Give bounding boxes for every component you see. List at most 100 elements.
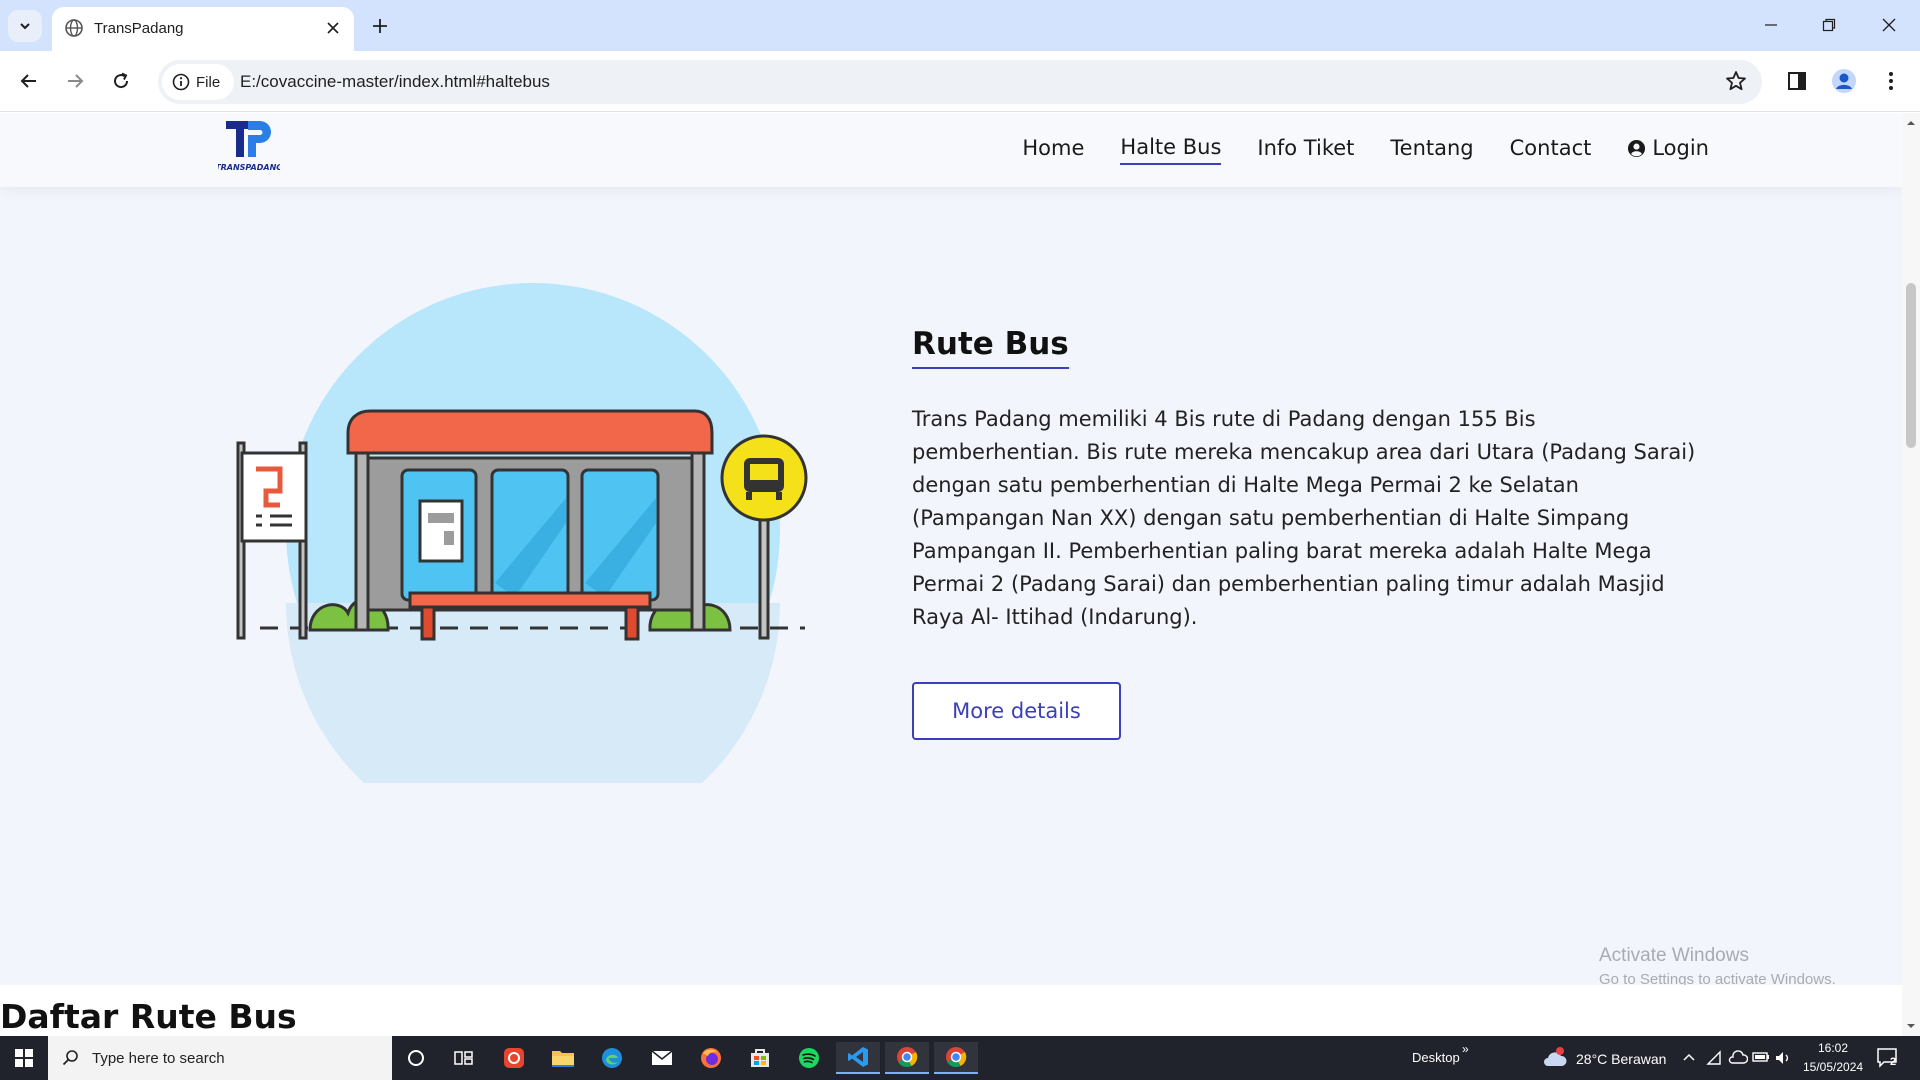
tab-search-button[interactable] xyxy=(8,10,42,42)
forward-button[interactable] xyxy=(58,64,92,98)
folder-icon xyxy=(552,1051,574,1067)
volume-icon[interactable] xyxy=(1774,1050,1792,1066)
cortana-button[interactable] xyxy=(394,1042,438,1074)
user-circle-icon xyxy=(1628,139,1646,157)
side-panel-icon xyxy=(1788,72,1806,90)
scroll-down-icon[interactable] xyxy=(1906,1021,1916,1031)
windows-taskbar: Type here to search Desktop » 28°C Beraw… xyxy=(0,1036,1920,1080)
mail-icon xyxy=(651,1050,673,1065)
arrow-left-icon xyxy=(20,74,36,88)
close-tab-button[interactable] xyxy=(322,17,344,39)
vscode-icon xyxy=(848,1047,868,1067)
bus-stop-illustration xyxy=(236,283,808,783)
nav-login-label: Login xyxy=(1652,136,1709,160)
taskbar-app-edge[interactable] xyxy=(590,1042,634,1074)
activate-windows-watermark: Activate Windows Go to Settings to activ… xyxy=(1599,945,1836,988)
spotify-icon xyxy=(799,1048,819,1068)
cloud-weather-icon xyxy=(1544,1047,1567,1066)
more-details-button[interactable]: More details xyxy=(912,682,1121,740)
transpadang-logo: TRANSPADANG xyxy=(215,121,283,172)
scroll-up-icon[interactable] xyxy=(1906,118,1916,128)
chevron-up-icon[interactable] xyxy=(1682,1052,1696,1062)
nav-contact[interactable]: Contact xyxy=(1510,135,1592,165)
cortana-icon xyxy=(408,1050,424,1066)
restore-icon xyxy=(1822,18,1836,32)
chrome-icon xyxy=(897,1047,918,1067)
taskbar-search[interactable]: Type here to search xyxy=(48,1036,392,1080)
globe-icon xyxy=(65,19,83,37)
menu-button[interactable] xyxy=(1874,64,1908,98)
search-icon xyxy=(62,1050,78,1066)
avatar-icon xyxy=(1832,69,1856,93)
chevron-down-icon xyxy=(20,23,30,30)
close-icon xyxy=(327,22,339,34)
taskbar-app-explorer[interactable] xyxy=(541,1042,585,1074)
main-nav: Home Halte Bus Info Tiket Tentang Contac… xyxy=(1022,135,1709,165)
notification-icon[interactable] xyxy=(1876,1047,1900,1069)
page-scrollbar[interactable] xyxy=(1902,113,1920,1036)
site-info-chip[interactable]: File xyxy=(162,64,235,100)
taskbar-app-chrome-profile[interactable] xyxy=(885,1042,929,1074)
taskbar-search-placeholder: Type here to search xyxy=(92,1049,225,1067)
reload-button[interactable] xyxy=(104,64,138,98)
nav-info-tiket[interactable]: Info Tiket xyxy=(1257,135,1354,165)
info-icon xyxy=(172,73,190,91)
store-icon xyxy=(751,1049,769,1067)
nav-home[interactable]: Home xyxy=(1022,135,1084,165)
restore-button[interactable] xyxy=(1806,10,1852,40)
section-title: Rute Bus xyxy=(912,326,1069,369)
chevron-right-icon[interactable]: » xyxy=(1462,1042,1469,1056)
taskbar-app-store[interactable] xyxy=(738,1042,782,1074)
clock-time[interactable]: 16:02 xyxy=(1818,1041,1848,1055)
browser-toolbar: File E:/covaccine-master/index.html#halt… xyxy=(0,51,1920,112)
windows-logo-icon xyxy=(15,1049,33,1067)
plus-icon xyxy=(373,19,387,33)
nav-login[interactable]: Login xyxy=(1627,135,1709,165)
taskbar-app-snipping[interactable] xyxy=(492,1042,536,1074)
desktop-toolbar-label[interactable]: Desktop xyxy=(1412,1050,1460,1065)
start-button[interactable] xyxy=(0,1036,48,1080)
profile-button[interactable] xyxy=(1827,64,1861,98)
browser-tab[interactable]: TransPadang xyxy=(52,7,354,51)
taskbar-app-vscode[interactable] xyxy=(836,1042,880,1074)
kebab-menu-icon xyxy=(1889,72,1893,90)
section-description: Trans Padang memiliki 4 Bis rute di Pada… xyxy=(912,407,1696,629)
page-viewport: TRANSPADANG Home Halte Bus Info Tiket Te… xyxy=(0,113,1902,1036)
site-header: TRANSPADANG Home Halte Bus Info Tiket Te… xyxy=(0,113,1902,187)
route-section: Rute Bus Trans Padang memiliki 4 Bis rut… xyxy=(912,326,1712,740)
taskbar-app-chrome[interactable] xyxy=(934,1042,978,1074)
task-view-icon xyxy=(454,1051,473,1065)
minimize-icon xyxy=(1765,24,1777,26)
battery-icon[interactable] xyxy=(1752,1051,1770,1063)
reload-icon xyxy=(114,72,129,89)
side-panel-button[interactable] xyxy=(1780,64,1814,98)
address-bar[interactable]: File E:/covaccine-master/index.html#halt… xyxy=(158,60,1762,104)
app-red-icon xyxy=(504,1048,524,1068)
arrow-right-icon xyxy=(68,74,84,88)
url-text[interactable]: E:/covaccine-master/index.html#haltebus xyxy=(240,72,550,92)
browser-tabbar: TransPadang xyxy=(0,0,1920,51)
new-tab-button[interactable] xyxy=(366,12,394,40)
close-window-button[interactable] xyxy=(1866,10,1912,40)
minimize-button[interactable] xyxy=(1748,10,1794,40)
task-view-button[interactable] xyxy=(442,1042,486,1074)
back-button[interactable] xyxy=(12,64,46,98)
nav-tentang[interactable]: Tentang xyxy=(1390,135,1473,165)
taskbar-app-firefox[interactable] xyxy=(689,1042,733,1074)
clock-date[interactable]: 15/05/2024 xyxy=(1803,1060,1863,1074)
tab-title: TransPadang xyxy=(94,20,184,37)
bookmark-button[interactable] xyxy=(1724,69,1748,97)
nav-halte-bus[interactable]: Halte Bus xyxy=(1120,135,1222,165)
star-icon xyxy=(1726,71,1746,91)
wifi-icon[interactable] xyxy=(1706,1050,1722,1066)
firefox-icon xyxy=(701,1048,721,1068)
onedrive-icon[interactable] xyxy=(1728,1050,1748,1066)
scroll-thumb[interactable] xyxy=(1906,283,1916,448)
taskbar-app-mail[interactable] xyxy=(640,1042,684,1074)
weather-text[interactable]: 28°C Berawan xyxy=(1576,1051,1666,1067)
site-logo[interactable]: TRANSPADANG xyxy=(215,119,283,175)
watermark-line1: Activate Windows xyxy=(1599,945,1749,966)
chrome-icon xyxy=(946,1047,967,1067)
close-icon xyxy=(1882,18,1896,32)
taskbar-app-spotify[interactable] xyxy=(787,1042,831,1074)
